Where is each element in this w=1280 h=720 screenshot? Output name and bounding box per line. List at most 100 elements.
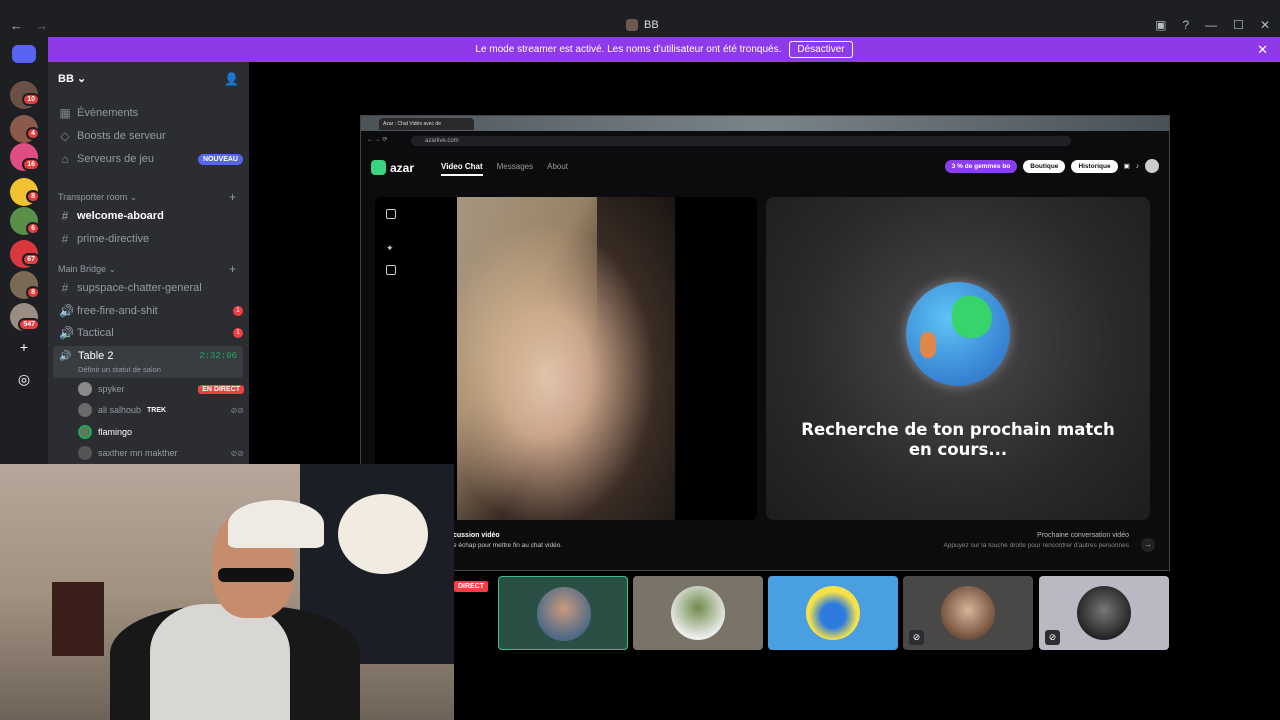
server-tag: TREK: [147, 406, 167, 414]
category-transporter-room[interactable]: Transporter room ⌄ +: [58, 190, 236, 204]
set-channel-status[interactable]: Définir un statut de salon: [78, 365, 161, 374]
channel-welcome-aboard[interactable]: # welcome-aboard: [53, 206, 243, 226]
searching-status-text: Recherche de ton prochain match en cours…: [801, 420, 1115, 459]
streamer-webcam-overlay: [0, 464, 454, 720]
match-search-panel: Recherche de ton prochain match en cours…: [766, 197, 1150, 520]
avatar: [671, 586, 725, 640]
gamepad-icon: ⌂: [61, 152, 69, 166]
camera-feed-overlay: [457, 197, 597, 520]
nav-messages[interactable]: Messages: [497, 162, 533, 176]
voice-member[interactable]: spyker EN DIRECT: [78, 380, 244, 398]
deafened-icon: ⊘: [909, 630, 924, 645]
streamer-cap: [228, 500, 324, 548]
participant-tile[interactable]: [498, 576, 628, 650]
bell-icon[interactable]: ♪: [1136, 163, 1139, 170]
browser-tab[interactable]: Azar : Chat Vidéo avec de: [379, 118, 474, 130]
history-nav: ← →: [10, 18, 48, 33]
azar-logo-icon: [371, 160, 386, 175]
help-icon[interactable]: ?: [1182, 18, 1189, 32]
browser-url-bar: ← → ⟳ azarlive.com: [361, 134, 1169, 147]
wallet-icon[interactable]: ▣: [1124, 162, 1130, 170]
shared-screen-browser: Azar : Chat Vidéo avec de ← → ⟳ azarlive…: [360, 115, 1170, 571]
create-channel-icon[interactable]: +: [229, 262, 236, 276]
globe-land: [920, 332, 936, 358]
gems-promo-pill[interactable]: 3 % de gemmes bo: [944, 159, 1018, 173]
banner-text: Le mode streamer est activé. Les noms d'…: [475, 44, 782, 55]
avatar: [78, 382, 92, 396]
address-input[interactable]: azarlive.com: [411, 136, 1071, 146]
voice-channel-table-2[interactable]: 🔊 Table 2 2:32:06 Définir un statut de s…: [53, 346, 243, 378]
sidebar-item-events[interactable]: ▦ Événements: [53, 103, 243, 123]
unread-badge: 1: [233, 328, 243, 338]
azar-logo[interactable]: azar: [371, 160, 414, 175]
avatar: [806, 586, 860, 640]
nav-video-chat[interactable]: Video Chat: [441, 162, 483, 176]
mention-badge: 67: [22, 253, 40, 266]
avatar: [537, 587, 591, 641]
category-main-bridge[interactable]: Main Bridge ⌄ +: [58, 262, 236, 276]
avatar: [78, 446, 92, 460]
streamer-sunglasses: [218, 568, 294, 582]
title-bar: ← → BB ▣ ? — ☐ ✕: [0, 0, 1280, 37]
boost-icon: ◇: [60, 129, 70, 143]
mention-badge: 8: [26, 190, 40, 203]
channel-prime-directive[interactable]: # prime-directive: [53, 229, 243, 249]
next-chat-hint: Prochaine conversation vidéo Appuyez sur…: [943, 532, 1129, 549]
mention-badge: 6: [26, 222, 40, 235]
voice-member[interactable]: saxther mn makther ⊘⊘: [78, 444, 244, 462]
discord-home-icon[interactable]: [12, 45, 36, 63]
maximize-icon[interactable]: ☐: [1233, 18, 1244, 32]
channel-sidebar: BB ⌄ 👤 ▦ Événements ◇ Boosts de serveur …: [48, 62, 249, 464]
flag-skull: [338, 494, 428, 574]
calendar-icon: ▦: [59, 106, 71, 120]
sidebar-item-boosts[interactable]: ◇ Boosts de serveur: [53, 126, 243, 146]
explore-compass-icon[interactable]: ◎: [13, 368, 35, 390]
server-name-header[interactable]: BB ⌄: [58, 72, 86, 85]
effects-wand-icon[interactable]: ✦: [386, 243, 396, 253]
mention-badge: 10: [22, 93, 40, 106]
live-badge: EN DIRECT: [198, 384, 244, 394]
sidebar-item-game-servers[interactable]: ⌂ Serveurs de jeu NOUVEAU: [53, 149, 243, 169]
azar-header: azar Video Chat Messages About 3 % de ge…: [361, 152, 1169, 182]
mention-badge: 547: [18, 318, 40, 331]
text-channel-icon: #: [61, 209, 69, 223]
back-arrow-icon[interactable]: ←: [10, 18, 23, 33]
camera-flip-icon[interactable]: [386, 209, 396, 219]
channel-free-fire-and-shit[interactable]: 🔊 free-fire-and-shit 1: [53, 301, 243, 321]
chevron-down-icon: ⌄: [76, 73, 87, 85]
filter-icon[interactable]: [386, 265, 396, 275]
next-arrow-icon[interactable]: →: [1141, 538, 1155, 552]
forward-arrow-icon[interactable]: →: [35, 18, 48, 33]
shop-button[interactable]: Boutique: [1023, 159, 1066, 173]
mention-badge: 16: [22, 158, 40, 171]
mention-badge: 8: [26, 286, 40, 299]
participant-tile[interactable]: ⊘: [1039, 576, 1169, 650]
history-button[interactable]: Historique: [1071, 159, 1118, 173]
inbox-icon[interactable]: ▣: [1155, 18, 1166, 32]
muted-deafened-icon: ⊘⊘: [230, 405, 244, 415]
channel-tactical[interactable]: 🔊 Tactical 1: [53, 323, 243, 343]
invite-people-icon[interactable]: 👤: [224, 72, 239, 86]
voice-channel-icon: 🔊: [59, 304, 74, 318]
participant-tile[interactable]: [633, 576, 763, 650]
nav-about[interactable]: About: [547, 162, 568, 176]
unread-badge: 1: [233, 306, 243, 316]
profile-avatar[interactable]: [1145, 159, 1159, 173]
channel-supspace-chatter-general[interactable]: # supspace-chatter-general: [53, 278, 243, 298]
close-icon[interactable]: ✕: [1260, 18, 1270, 32]
globe-land: [952, 296, 992, 338]
streamer: [182, 500, 324, 720]
voice-member[interactable]: flamingo: [78, 423, 244, 441]
participant-tile[interactable]: ⊘: [903, 576, 1033, 650]
banner-close-icon[interactable]: ✕: [1257, 42, 1268, 58]
text-channel-icon: #: [61, 232, 69, 246]
voice-member[interactable]: ali salhoub TREK ⊘⊘: [78, 401, 244, 419]
globe-icon: [906, 282, 1010, 386]
participant-tile[interactable]: [768, 576, 898, 650]
window-controls: ▣ ? — ☐ ✕: [1155, 18, 1270, 32]
live-badge: DIRECT: [454, 581, 489, 592]
add-server-icon[interactable]: +: [13, 336, 35, 358]
minimize-icon[interactable]: —: [1205, 18, 1217, 32]
create-channel-icon[interactable]: +: [229, 190, 236, 204]
disable-streamer-mode-button[interactable]: Désactiver: [789, 41, 853, 58]
